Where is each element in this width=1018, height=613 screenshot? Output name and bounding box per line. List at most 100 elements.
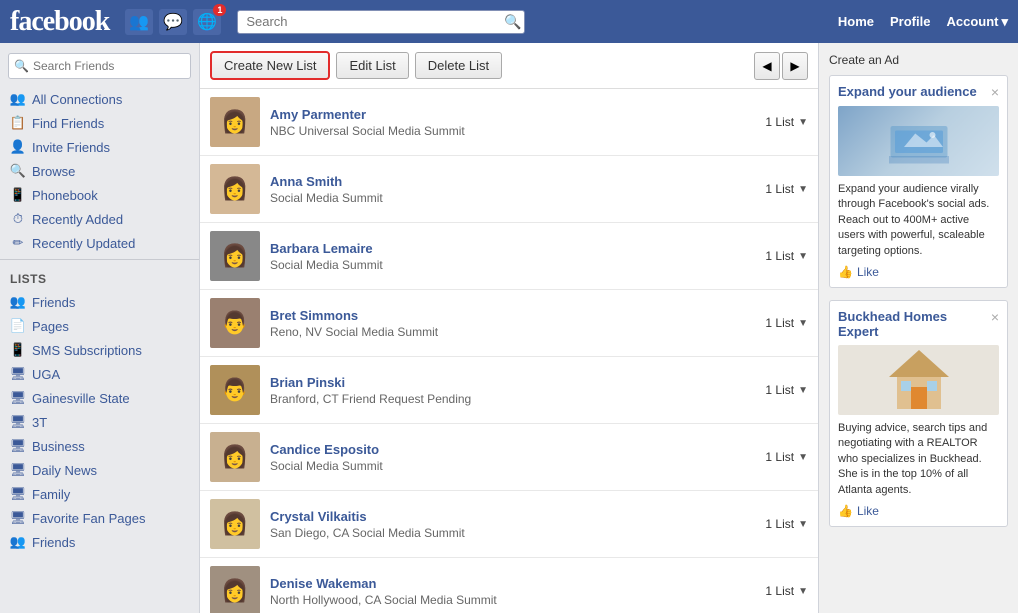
- friend-avatar: 👨: [210, 298, 260, 348]
- ad2-close-button[interactable]: ×: [991, 309, 999, 325]
- search-input[interactable]: [237, 10, 524, 34]
- sidebar-list-icon: 🖥: [10, 414, 26, 430]
- notifications-nav-icon[interactable]: 🌐 1: [193, 9, 221, 35]
- sidebar-list-label: UGA: [32, 367, 60, 382]
- friend-sub: Social Media Summit: [270, 258, 755, 272]
- sidebar-item-find-friends[interactable]: 📋Find Friends: [0, 111, 199, 135]
- profile-nav-link[interactable]: Profile: [890, 14, 930, 29]
- sidebar-list-label: 3T: [32, 415, 47, 430]
- friend-info: Barbara Lemaire Social Media Summit: [270, 241, 755, 272]
- sidebar-item-recently-added[interactable]: ⏱ Recently Added: [0, 207, 199, 231]
- sidebar-item-all-connections[interactable]: 👥 All Connections: [0, 87, 199, 111]
- friend-name: Anna Smith: [270, 174, 755, 189]
- sidebar-search-icon: 🔍: [14, 59, 29, 73]
- friend-list-count: 1 List: [765, 584, 794, 598]
- friend-list-button[interactable]: 1 List ▼: [765, 182, 808, 196]
- search-friends-input[interactable]: [8, 53, 191, 79]
- friend-avatar: 👨: [210, 365, 260, 415]
- sidebar-list-label: Daily News: [32, 463, 97, 478]
- ad1-close-button[interactable]: ×: [991, 84, 999, 100]
- friend-list-count: 1 List: [765, 450, 794, 464]
- edit-list-button[interactable]: Edit List: [336, 52, 408, 79]
- sidebar-list-item-favorite-fan-pages[interactable]: 🖥Favorite Fan Pages: [0, 506, 199, 530]
- sidebar-list-item-business[interactable]: 🖥Business: [0, 434, 199, 458]
- friend-name: Denise Wakeman: [270, 576, 755, 591]
- sidebar-list-items: 👥Friends📄Pages📱SMS Subscriptions🖥UGA🖥Gai…: [0, 290, 199, 554]
- ad2-like-button[interactable]: 👍 Like: [838, 504, 999, 518]
- friend-row[interactable]: 👩 Amy Parmenter NBC Universal Social Med…: [200, 89, 818, 156]
- friend-list-count: 1 List: [765, 517, 794, 531]
- sidebar-list-item-uga[interactable]: 🖥UGA: [0, 362, 199, 386]
- sidebar-list-item-family[interactable]: 🖥Family: [0, 482, 199, 506]
- sidebar-list-label: Pages: [32, 319, 69, 334]
- sidebar-item-label: All Connections: [32, 92, 122, 107]
- sidebar-item-label: Recently Added: [32, 212, 123, 227]
- sidebar-item-browse[interactable]: 🔍Browse: [0, 159, 199, 183]
- friend-list-button[interactable]: 1 List ▼: [765, 316, 808, 330]
- friend-list-button[interactable]: 1 List ▼: [765, 383, 808, 397]
- account-nav-button[interactable]: Account ▾: [946, 14, 1008, 30]
- sidebar-list-item-pages[interactable]: 📄 Pages: [0, 314, 199, 338]
- next-arrow-button[interactable]: ▶: [782, 52, 808, 80]
- friend-row[interactable]: 👩 Denise Wakeman North Hollywood, CA Soc…: [200, 558, 818, 613]
- ad1-like-button[interactable]: 👍 Like: [838, 265, 999, 279]
- sidebar-list-label: Family: [32, 487, 70, 502]
- sidebar-list-item-daily-news[interactable]: 🖥 Daily News: [0, 458, 199, 482]
- thumbs-up-icon-2: 👍: [838, 504, 853, 518]
- friend-list-button[interactable]: 1 List ▼: [765, 249, 808, 263]
- sidebar-list-icon: 🖥: [10, 462, 26, 478]
- sidebar-item-invite-friends[interactable]: 👤Invite Friends: [0, 135, 199, 159]
- sidebar-list-icon: 🖥: [10, 390, 26, 406]
- friend-sub: North Hollywood, CA Social Media Summit: [270, 593, 755, 607]
- ad2-text: Buying advice, search tips and negotiati…: [838, 421, 999, 498]
- sidebar-list-item-friends[interactable]: 👥Friends: [0, 290, 199, 314]
- create-ad-label[interactable]: Create an Ad: [829, 53, 1008, 67]
- friend-list-button[interactable]: 1 List ▼: [765, 517, 808, 531]
- chevron-down-icon: ▼: [798, 117, 808, 128]
- delete-list-button[interactable]: Delete List: [415, 52, 502, 79]
- ad1-image: [838, 106, 999, 176]
- sidebar-icon: ⏱: [10, 211, 26, 227]
- friend-list-count: 1 List: [765, 115, 794, 129]
- friend-sub: Social Media Summit: [270, 459, 755, 473]
- sidebar-item-phonebook[interactable]: 📱Phonebook: [0, 183, 199, 207]
- sidebar-list-label: SMS Subscriptions: [32, 343, 142, 358]
- sidebar-list-item-3t[interactable]: 🖥 3T: [0, 410, 199, 434]
- friend-list-button[interactable]: 1 List ▼: [765, 115, 808, 129]
- ad-card-expand-audience: Expand your audience × Expand your audie…: [829, 75, 1008, 288]
- friends-nav-icon[interactable]: 👥: [125, 9, 153, 35]
- friend-info: Bret Simmons Reno, NV Social Media Summi…: [270, 308, 755, 339]
- friend-name: Brian Pinski: [270, 375, 755, 390]
- friend-avatar: 👩: [210, 499, 260, 549]
- friend-name: Candice Esposito: [270, 442, 755, 457]
- friend-row[interactable]: 👩 Barbara Lemaire Social Media Summit 1 …: [200, 223, 818, 290]
- friend-row[interactable]: 👩 Crystal Vilkaitis San Diego, CA Social…: [200, 491, 818, 558]
- sidebar-icon: 📋: [10, 115, 26, 131]
- home-nav-link[interactable]: Home: [838, 14, 874, 29]
- prev-arrow-button[interactable]: ◀: [754, 52, 780, 80]
- sidebar-list-item-gainesville-state[interactable]: 🖥Gainesville State: [0, 386, 199, 410]
- sidebar-item-recently-updated[interactable]: ✏Recently Updated: [0, 231, 199, 255]
- friend-sub: Reno, NV Social Media Summit: [270, 325, 755, 339]
- sidebar-list-item-sms-subscriptions[interactable]: 📱SMS Subscriptions: [0, 338, 199, 362]
- friend-row[interactable]: 👩 Candice Esposito Social Media Summit 1…: [200, 424, 818, 491]
- friend-row[interactable]: 👩 Anna Smith Social Media Summit 1 List …: [200, 156, 818, 223]
- friend-list-button[interactable]: 1 List ▼: [765, 584, 808, 598]
- sidebar-icon: 👥: [10, 91, 26, 107]
- friend-name: Amy Parmenter: [270, 107, 755, 122]
- lists-section-title: Lists: [0, 264, 199, 290]
- facebook-logo: facebook: [10, 6, 109, 38]
- friend-row[interactable]: 👨 Bret Simmons Reno, NV Social Media Sum…: [200, 290, 818, 357]
- friend-row[interactable]: 👨 Brian Pinski Branford, CT Friend Reque…: [200, 357, 818, 424]
- sidebar-list-icon: 📄: [10, 318, 26, 334]
- create-new-list-button[interactable]: Create New List: [210, 51, 330, 80]
- messages-nav-icon[interactable]: 💬: [159, 9, 187, 35]
- search-submit-button[interactable]: 🔍: [504, 13, 521, 30]
- sidebar-list-item-friends[interactable]: 👥Friends: [0, 530, 199, 554]
- main-content: Create New List Edit List Delete List ◀ …: [200, 43, 818, 613]
- nav-icon-group: 👥 💬 🌐 1: [125, 9, 221, 35]
- friend-list-count: 1 List: [765, 182, 794, 196]
- friend-sub: Social Media Summit: [270, 191, 755, 205]
- search-box: 🔍: [237, 10, 524, 34]
- friend-list-button[interactable]: 1 List ▼: [765, 450, 808, 464]
